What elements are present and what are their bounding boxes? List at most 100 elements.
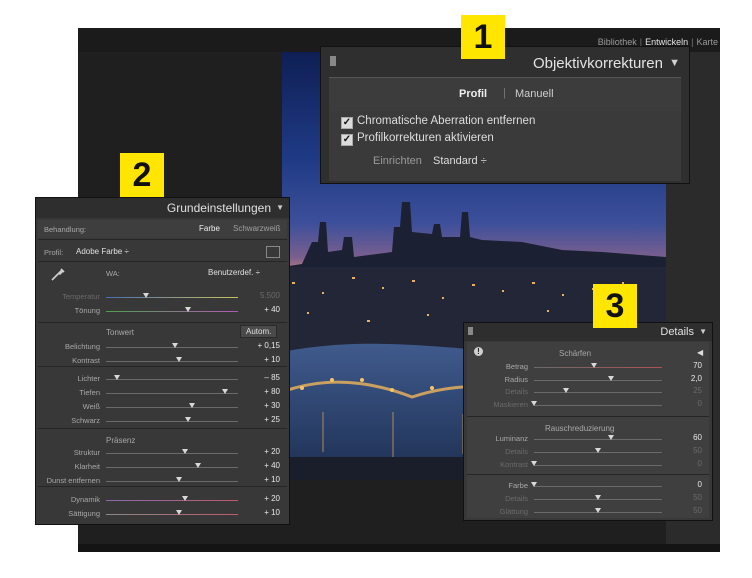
slider-thumb[interactable] xyxy=(531,482,537,487)
slider-thumb[interactable] xyxy=(595,448,601,453)
slider-thumb[interactable] xyxy=(595,508,601,513)
slider-thumb[interactable] xyxy=(182,449,189,454)
setup-dropdown[interactable]: Standard ÷ xyxy=(433,155,487,167)
slider-track[interactable] xyxy=(534,380,662,381)
slider-thumb[interactable] xyxy=(182,496,189,501)
wb-dropdown[interactable]: Benutzerdef. ÷ xyxy=(208,268,260,277)
slider-value[interactable]: + 0,15 xyxy=(240,341,280,350)
slider-value[interactable]: + 25 xyxy=(240,415,280,424)
detail-panel-header[interactable]: Details ▼ xyxy=(464,323,712,341)
slider-thumb[interactable] xyxy=(175,510,182,515)
slider-track[interactable] xyxy=(534,465,662,466)
slider-row: Luminanz 60 xyxy=(464,433,712,445)
slider-label: Glättung xyxy=(499,507,528,516)
slider-label: Weiß xyxy=(82,402,100,411)
treatment-color-option[interactable]: Farbe xyxy=(199,224,220,233)
slider-thumb[interactable] xyxy=(221,389,228,394)
slider-label: Kontrast xyxy=(500,460,528,469)
slider-track[interactable] xyxy=(106,421,238,422)
profile-corrections-checkbox[interactable]: ✓ Profilkorrekturen aktivieren xyxy=(341,132,494,146)
slider-track[interactable] xyxy=(534,405,662,406)
slider-value[interactable]: + 20 xyxy=(240,447,280,456)
slider-thumb[interactable] xyxy=(142,293,149,298)
lens-panel-header[interactable]: Objektivkorrekturen ▼ xyxy=(321,47,689,77)
lens-panel-title: Objektivkorrekturen xyxy=(532,55,663,72)
slider-thumb[interactable] xyxy=(595,495,601,500)
slider-track[interactable] xyxy=(106,361,238,362)
auto-tone-button[interactable]: Autom. xyxy=(240,325,278,338)
slider-track[interactable] xyxy=(106,393,238,394)
slider-label: Tönung xyxy=(74,306,100,315)
slider-value[interactable]: – 85 xyxy=(240,373,280,382)
checkmark-icon: ✓ xyxy=(341,134,353,146)
collapse-triangle-icon[interactable]: ▼ xyxy=(276,203,284,212)
slider-thumb[interactable] xyxy=(113,375,120,380)
preview-toggle-icon[interactable]: ◀ xyxy=(697,348,703,357)
slider-label: Lichter xyxy=(77,374,100,383)
slider-value[interactable]: 0 xyxy=(662,480,702,489)
slider-track[interactable] xyxy=(106,500,238,501)
slider-value[interactable]: 0 xyxy=(662,459,702,468)
slider-track[interactable] xyxy=(106,481,238,482)
slider-track[interactable] xyxy=(106,311,238,312)
slider-label: Betrag xyxy=(505,362,528,371)
chromatic-aberration-checkbox[interactable]: ✓ Chromatische Aberration entfernen xyxy=(341,115,535,129)
slider-value[interactable]: + 20 xyxy=(240,494,280,503)
eyedropper-icon[interactable] xyxy=(50,266,66,282)
slider-row: Betrag 70 xyxy=(464,361,712,373)
basic-panel-header[interactable]: Grundeinstellungen ▼ xyxy=(36,198,289,218)
tab-profil[interactable]: Profil xyxy=(459,88,487,100)
slider-value[interactable]: 5.500 xyxy=(240,291,280,300)
slider-value[interactable]: 50 xyxy=(662,506,702,515)
slider-value[interactable]: 70 xyxy=(662,361,702,370)
slider-thumb[interactable] xyxy=(531,401,537,406)
module-map[interactable]: Karte xyxy=(696,37,718,47)
slider-thumb[interactable] xyxy=(195,463,202,468)
slider-track[interactable] xyxy=(106,379,238,380)
slider-value[interactable]: 50 xyxy=(662,446,702,455)
slider-value[interactable]: 0 xyxy=(662,399,702,408)
slider-thumb[interactable] xyxy=(607,376,614,381)
slider-thumb[interactable] xyxy=(184,307,191,312)
slider-row: Details 50 xyxy=(464,493,712,505)
slider-track[interactable] xyxy=(534,486,662,487)
slider-thumb[interactable] xyxy=(591,363,598,368)
slider-thumb[interactable] xyxy=(171,343,178,348)
slider-value[interactable]: + 10 xyxy=(240,475,280,484)
warning-icon[interactable]: ! xyxy=(474,347,483,356)
slider-value[interactable]: 50 xyxy=(662,493,702,502)
slider-value[interactable]: 2,0 xyxy=(662,374,702,383)
profile-dropdown[interactable]: Adobe Farbe ÷ xyxy=(76,247,129,256)
slider-row: Details 25 xyxy=(464,386,712,398)
slider-thumb[interactable] xyxy=(175,357,182,362)
slider-value[interactable]: 25 xyxy=(662,386,702,395)
slider-value[interactable]: + 40 xyxy=(240,305,280,314)
slider-track[interactable] xyxy=(106,467,238,468)
slider-value[interactable]: + 10 xyxy=(240,508,280,517)
slider-value[interactable]: 60 xyxy=(662,433,702,442)
profile-browser-icon[interactable] xyxy=(266,246,280,258)
slider-value[interactable]: + 40 xyxy=(240,461,280,470)
slider-track[interactable] xyxy=(534,439,662,440)
collapse-triangle-icon[interactable]: ▼ xyxy=(699,327,707,336)
treatment-label: Behandlung: xyxy=(44,225,87,234)
slider-thumb[interactable] xyxy=(184,417,191,422)
slider-track[interactable] xyxy=(106,514,238,515)
slider-track[interactable] xyxy=(106,407,238,408)
slider-thumb[interactable] xyxy=(607,435,614,440)
slider-thumb[interactable] xyxy=(188,403,195,408)
slider-track[interactable] xyxy=(106,453,238,454)
slider-value[interactable]: + 80 xyxy=(240,387,280,396)
slider-track[interactable] xyxy=(534,367,662,368)
tab-manuell[interactable]: Manuell xyxy=(515,88,554,100)
slider-thumb[interactable] xyxy=(531,461,537,466)
slider-value[interactable]: + 30 xyxy=(240,401,280,410)
slider-thumb[interactable] xyxy=(563,388,569,393)
slider-thumb[interactable] xyxy=(175,477,182,482)
collapse-triangle-icon[interactable]: ▼ xyxy=(669,57,680,69)
slider-value[interactable]: + 10 xyxy=(240,355,280,364)
slider-track[interactable] xyxy=(534,392,662,393)
slider-track[interactable] xyxy=(106,297,238,298)
treatment-bw-option[interactable]: Schwarzweiß xyxy=(233,224,281,233)
filmstrip-edge xyxy=(78,544,720,552)
